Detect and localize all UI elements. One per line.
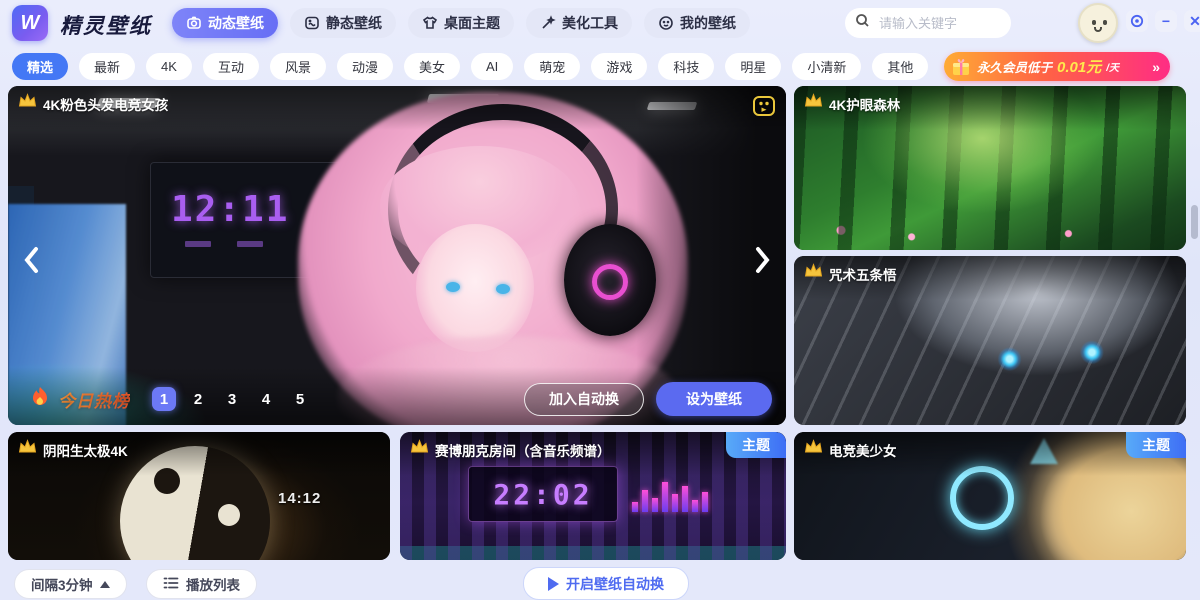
multi-screen-icon[interactable] (752, 95, 776, 122)
category-tags: 精选 最新 4K 互动 风景 动漫 美女 AI 萌宠 游戏 科技 明星 小清新 … (12, 53, 928, 80)
tag-stars[interactable]: 明星 (725, 53, 781, 80)
smiley-icon (658, 15, 674, 31)
tag-4k[interactable]: 4K (146, 53, 192, 80)
wallpaper-card-gojo[interactable]: 咒术五条悟 (794, 256, 1186, 425)
search-icon (855, 13, 870, 33)
add-auto-change-button[interactable]: 加入自动换 (524, 383, 644, 416)
monitor-clock: 12:11 (171, 189, 289, 230)
nav-tab-my-wallpapers[interactable]: 我的壁纸 (644, 8, 750, 38)
title-bar: W 精灵壁纸 动态壁纸 静态壁纸 桌面主题 美化工具 我的壁纸 (0, 0, 1200, 46)
crown-icon (18, 439, 37, 459)
tag-tech[interactable]: 科技 (658, 53, 714, 80)
featured-wallpaper-card[interactable]: 12:11 4K粉色头发电竞女孩 今日热榜 1 2 3 4 5 加入自动换 设为… (8, 86, 786, 425)
page-dot-1[interactable]: 1 (152, 387, 176, 411)
vip-promo-banner[interactable]: 永久会员低于 0.01元 /天 » (944, 52, 1170, 81)
close-button[interactable]: ✕ (1184, 10, 1200, 32)
promo-price: 0.01元 (1057, 56, 1101, 77)
promo-unit: /天 (1106, 59, 1119, 74)
page-dot-5[interactable]: 5 (288, 387, 312, 411)
interval-dropdown[interactable]: 间隔3分钟 (14, 569, 127, 599)
card-title: 咒术五条悟 (829, 264, 897, 284)
tag-fresh[interactable]: 小清新 (792, 53, 861, 80)
flame-icon (30, 386, 50, 413)
card-title: 赛博朋克房间（含音乐频谱） (435, 440, 611, 460)
crown-icon (804, 93, 823, 113)
image-icon (304, 15, 320, 31)
list-icon (163, 576, 179, 593)
crown-icon (18, 93, 37, 113)
tag-scenery[interactable]: 风景 (270, 53, 326, 80)
crown-icon (410, 439, 429, 459)
promo-text: 永久会员低于 (977, 57, 1052, 76)
nav-tab-beautify-tools[interactable]: 美化工具 (526, 8, 632, 38)
scrollbar-thumb[interactable] (1191, 205, 1198, 239)
theme-badge: 主题 (1126, 432, 1186, 458)
app-logo-icon[interactable]: W (12, 5, 48, 41)
window-controls: − ✕ (1126, 10, 1200, 32)
tag-anime[interactable]: 动漫 (337, 53, 393, 80)
camera-icon (186, 15, 202, 31)
wallpaper-card-egirl[interactable]: 电竞美少女 主题 (794, 432, 1186, 560)
gift-icon (950, 56, 972, 78)
card-clock: 22:02 (493, 478, 592, 511)
search-input[interactable] (877, 15, 997, 32)
double-arrow-icon: » (1152, 59, 1160, 75)
wallpaper-card-forest[interactable]: 4K护眼森林 (794, 86, 1186, 250)
tag-games[interactable]: 游戏 (591, 53, 647, 80)
carousel-pagination: 1 2 3 4 5 (152, 387, 312, 411)
playlist-label: 播放列表 (186, 574, 240, 594)
page-dot-3[interactable]: 3 (220, 387, 244, 411)
card-title: 阴阳生太极4K (43, 440, 128, 460)
tag-newest[interactable]: 最新 (79, 53, 135, 80)
nav-tab-desktop-theme[interactable]: 桌面主题 (408, 8, 514, 38)
set-wallpaper-button[interactable]: 设为壁纸 (656, 382, 772, 416)
interval-label: 间隔3分钟 (31, 574, 93, 594)
playlist-button[interactable]: 播放列表 (146, 569, 257, 599)
tag-other[interactable]: 其他 (872, 53, 928, 80)
page-dot-4[interactable]: 4 (254, 387, 278, 411)
magic-tool-icon (540, 15, 556, 31)
crown-icon (804, 439, 823, 459)
chevron-up-icon (100, 581, 110, 588)
nav-tab-static-wallpaper[interactable]: 静态壁纸 (290, 8, 396, 38)
main-nav: 动态壁纸 静态壁纸 桌面主题 美化工具 我的壁纸 (172, 8, 750, 38)
tag-beauty[interactable]: 美女 (404, 53, 460, 80)
card-title: 4K护眼森林 (829, 94, 900, 114)
play-icon (548, 577, 559, 591)
music-spectrum (632, 476, 752, 512)
tag-featured[interactable]: 精选 (12, 53, 68, 80)
carousel-prev-button[interactable] (14, 238, 48, 282)
settings-icon[interactable] (1126, 10, 1148, 32)
today-hot-list[interactable]: 今日热榜 (30, 386, 130, 413)
tag-ai[interactable]: AI (471, 53, 513, 80)
card-title: 电竞美少女 (829, 440, 897, 460)
card-clock: 14:12 (278, 490, 321, 507)
app-title: 精灵壁纸 (60, 10, 152, 40)
shirt-icon (422, 15, 438, 31)
nav-tab-dynamic-wallpaper[interactable]: 动态壁纸 (172, 8, 278, 38)
user-avatar[interactable] (1078, 3, 1118, 43)
minimize-button[interactable]: − (1155, 10, 1177, 32)
start-auto-change-button[interactable]: 开启壁纸自动换 (523, 567, 689, 600)
tag-interactive[interactable]: 互动 (203, 53, 259, 80)
hot-list-label: 今日热榜 (58, 387, 130, 412)
start-auto-label: 开启壁纸自动换 (566, 574, 664, 594)
theme-badge: 主题 (726, 432, 786, 458)
crown-icon (804, 263, 823, 283)
tag-pets[interactable]: 萌宠 (524, 53, 580, 80)
page-dot-2[interactable]: 2 (186, 387, 210, 411)
wallpaper-card-cyberpunk[interactable]: 22:02 赛博朋克房间（含音乐频谱） 主题 (400, 432, 786, 560)
search-box[interactable] (845, 8, 1011, 38)
carousel-next-button[interactable] (746, 238, 780, 282)
featured-title: 4K粉色头发电竞女孩 (43, 94, 168, 114)
wallpaper-card-taiji[interactable]: 14:12 阴阳生太极4K (8, 432, 390, 560)
